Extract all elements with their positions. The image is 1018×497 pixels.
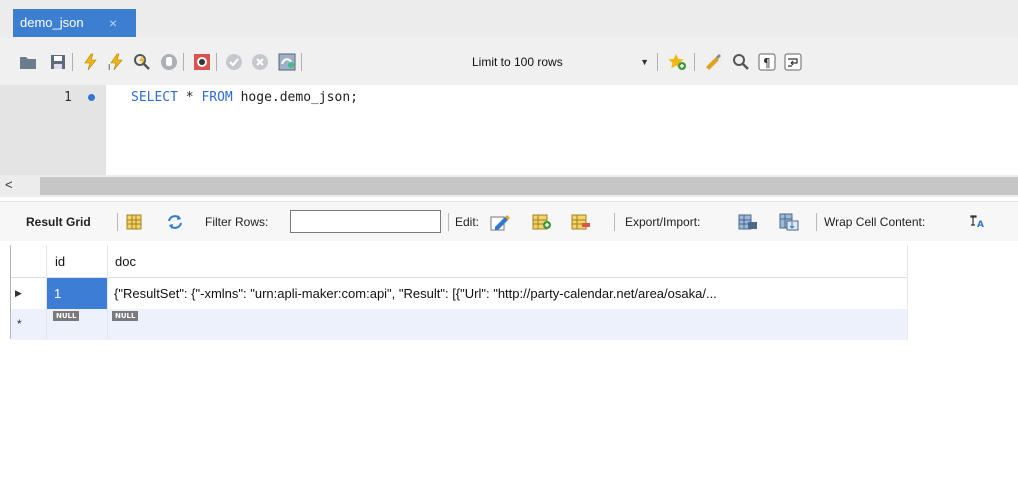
rollback-icon[interactable] <box>250 52 270 72</box>
grid-header: id doc <box>10 245 908 278</box>
explain-icon[interactable] <box>132 52 152 72</box>
toolbar-separator <box>72 53 73 71</box>
toolbar-separator <box>117 213 118 231</box>
cell-id[interactable]: 1 <box>47 278 107 309</box>
tab-demo-json[interactable]: demo_json × <box>13 9 136 37</box>
sql-editor[interactable]: 1 SELECT * FROM hoge.demo_json; <box>0 85 1018 175</box>
table-row[interactable]: ▶ 1 {"ResultSet": {"-xmlns": "urn:apli-m… <box>11 278 908 309</box>
column-divider <box>107 245 108 339</box>
cell-doc[interactable]: {"ResultSet": {"-xmlns": "urn:apli-maker… <box>108 278 908 309</box>
edit-label: Edit: <box>455 215 480 229</box>
current-row-icon: ▶ <box>15 288 22 298</box>
stop-icon[interactable] <box>159 52 179 72</box>
autocommit-icon[interactable] <box>277 52 297 72</box>
new-row-marker-icon: * <box>17 317 22 331</box>
keyword-from: FROM <box>201 90 233 105</box>
open-file-icon[interactable] <box>18 52 38 72</box>
toolbar-separator <box>657 53 658 71</box>
execute-current-icon[interactable]: I <box>106 52 126 72</box>
wrap-cell-content-label: Wrap Cell Content: <box>824 215 926 229</box>
limit-rows-value: Limit to 100 rows <box>472 55 563 69</box>
commit-icon[interactable] <box>224 52 244 72</box>
toggle-error-icon[interactable] <box>192 52 212 72</box>
table-reference: hoge.demo_json; <box>232 90 358 105</box>
statement-marker-icon <box>88 94 95 101</box>
select-star: * <box>177 90 202 105</box>
add-snippet-icon[interactable] <box>667 52 687 72</box>
form-editor-icon[interactable] <box>124 212 144 232</box>
invisible-chars-icon[interactable]: ¶ <box>757 52 777 72</box>
column-divider <box>907 245 908 339</box>
export-icon[interactable] <box>738 212 758 232</box>
sql-editor-toolbar: I Limit to 100 rows ▼ ¶ <box>0 37 1018 85</box>
toolbar-separator <box>816 213 817 231</box>
tab-label: demo_json <box>20 15 84 30</box>
null-badge-doc[interactable]: NULL <box>112 311 139 321</box>
wrap-lines-icon[interactable] <box>783 52 803 72</box>
wrap-cell-icon[interactable]: A <box>967 212 987 232</box>
filter-rows-label: Filter Rows: <box>205 215 269 229</box>
result-grid-label[interactable]: Result Grid <box>26 215 91 229</box>
toolbar-separator <box>614 213 615 231</box>
export-import-label: Export/Import: <box>625 215 701 229</box>
beautify-icon[interactable] <box>703 52 723 72</box>
filter-rows-input[interactable] <box>290 210 441 233</box>
insert-row-icon[interactable] <box>532 212 552 232</box>
svg-text:¶: ¶ <box>763 56 771 70</box>
editor-tab-bar: demo_json × <box>0 0 1018 37</box>
horizontal-scrollbar[interactable]: < <box>0 175 1018 197</box>
column-header-doc[interactable]: doc <box>107 245 136 278</box>
toolbar-separator <box>183 53 184 71</box>
column-divider <box>46 245 47 339</box>
refresh-icon[interactable] <box>165 212 185 232</box>
toolbar-separator <box>448 213 449 231</box>
null-badge-id[interactable]: NULL <box>53 311 80 321</box>
toolbar-separator <box>301 53 302 71</box>
edit-row-icon[interactable] <box>490 212 510 232</box>
find-icon[interactable] <box>731 52 751 72</box>
grid-left-border <box>10 245 11 339</box>
execute-icon[interactable] <box>80 52 100 72</box>
chevron-down-icon: ▼ <box>640 57 649 67</box>
import-icon[interactable] <box>779 212 799 232</box>
save-icon[interactable] <box>48 52 68 72</box>
toolbar-separator <box>216 53 217 71</box>
scrollbar-thumb[interactable] <box>40 177 1018 195</box>
svg-text:A: A <box>977 220 984 230</box>
line-number-gutter: 1 <box>0 85 106 175</box>
toolbar-separator <box>694 53 695 71</box>
svg-text:I: I <box>108 63 110 71</box>
line-number: 1 <box>64 90 72 105</box>
result-grid-toolbar: Result Grid Filter Rows: Edit: Export/Im… <box>0 201 1018 241</box>
sql-query-text[interactable]: SELECT * FROM hoge.demo_json; <box>131 90 358 105</box>
keyword-select: SELECT <box>131 90 178 105</box>
tab-close-icon[interactable]: × <box>109 9 117 37</box>
delete-row-icon[interactable] <box>571 212 591 232</box>
limit-rows-select[interactable]: Limit to 100 rows ▼ <box>468 51 651 73</box>
scroll-left-icon[interactable]: < <box>5 177 13 192</box>
column-header-id[interactable]: id <box>47 245 65 278</box>
result-grid: id doc ▶ 1 {"ResultSet": {"-xmlns": "urn… <box>10 245 908 340</box>
new-row[interactable]: * NULL NULL <box>11 309 908 340</box>
